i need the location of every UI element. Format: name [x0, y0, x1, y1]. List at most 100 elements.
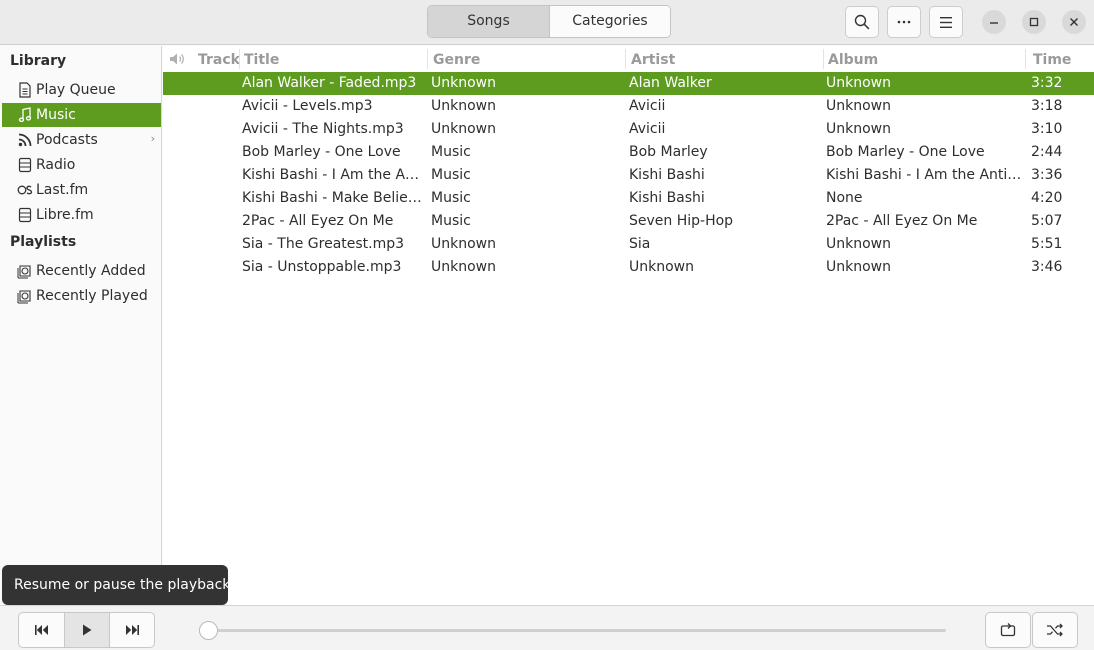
shuffle-icon	[1047, 623, 1063, 637]
maximize-button[interactable]	[1022, 10, 1046, 34]
main-menu-button[interactable]	[929, 6, 963, 38]
tab-categories[interactable]: Categories	[550, 6, 670, 37]
play-icon	[83, 624, 92, 636]
column-separator	[625, 49, 626, 69]
song-title: Kishi Bashi - Make Believ…	[242, 190, 422, 206]
sidebar-item-label: Recently Added	[36, 263, 146, 279]
song-album: Unknown	[826, 98, 891, 114]
song-list: Track Title Genre Artist Album Time Alan…	[163, 46, 1094, 605]
song-artist: Avicii	[629, 121, 666, 137]
song-artist: Alan Walker	[629, 75, 712, 91]
music-note-icon	[16, 106, 34, 124]
table-row[interactable]: 2Pac - All Eyez On Me Music Seven Hip-Ho…	[163, 210, 1094, 233]
close-icon	[1070, 18, 1078, 26]
next-button[interactable]	[109, 613, 154, 647]
column-title[interactable]: Title	[244, 51, 279, 69]
song-genre: Unknown	[431, 75, 496, 91]
table-row[interactable]: Avicii - Levels.mp3 Unknown Avicii Unkno…	[163, 95, 1094, 118]
column-time[interactable]: Time	[1033, 51, 1071, 69]
sidebar-item-label: Play Queue	[36, 82, 116, 98]
table-row[interactable]: Avicii - The Nights.mp3 Unknown Avicii U…	[163, 118, 1094, 141]
sidebar-item-label: Radio	[36, 157, 76, 173]
previous-button[interactable]	[19, 613, 64, 647]
song-title: Kishi Bashi - I Am the Ant…	[242, 167, 422, 183]
column-separator	[239, 49, 240, 69]
song-artist: Kishi Bashi	[629, 167, 705, 183]
more-button[interactable]	[887, 6, 921, 38]
speaker-icon	[170, 53, 184, 65]
song-title: Avicii - Levels.mp3	[242, 98, 373, 114]
column-now-playing[interactable]	[169, 52, 185, 70]
song-time: 5:07	[1031, 213, 1063, 229]
song-artist: Sia	[629, 236, 651, 252]
seek-bar[interactable]	[208, 629, 946, 632]
column-track[interactable]: Track	[198, 51, 240, 69]
more-icon	[897, 20, 911, 24]
sidebar-item-music[interactable]: Music	[2, 103, 161, 127]
song-time: 3:36	[1031, 167, 1063, 183]
library-heading: Library	[10, 53, 67, 69]
song-artist: Kishi Bashi	[629, 190, 705, 206]
table-row[interactable]: Kishi Bashi - I Am the Ant… Music Kishi …	[163, 164, 1094, 187]
radio-icon	[16, 156, 34, 174]
song-title: Sia - The Greatest.mp3	[242, 236, 405, 252]
table-row[interactable]: Alan Walker - Faded.mp3 Unknown Alan Wal…	[163, 72, 1094, 95]
tab-songs[interactable]: Songs	[428, 6, 550, 37]
menu-icon	[940, 16, 952, 28]
search-icon	[854, 14, 870, 30]
column-artist[interactable]: Artist	[631, 51, 675, 69]
repeat-button[interactable]	[985, 612, 1031, 648]
song-artist: Avicii	[629, 98, 666, 114]
sidebar: Library Play Queue Music Podcasts › Radi…	[0, 46, 162, 605]
song-genre: Music	[431, 144, 471, 160]
sidebar-item-podcasts[interactable]: Podcasts ›	[2, 128, 161, 152]
song-artist: Seven Hip-Hop	[629, 213, 734, 229]
song-genre: Unknown	[431, 259, 496, 275]
song-title: Sia - Unstoppable.mp3	[242, 259, 402, 275]
table-row[interactable]: Bob Marley - One Love Music Bob Marley B…	[163, 141, 1094, 164]
table-row[interactable]: Sia - Unstoppable.mp3 Unknown Unknown Un…	[163, 256, 1094, 279]
sidebar-item-play-queue[interactable]: Play Queue	[2, 78, 161, 102]
song-time: 4:20	[1031, 190, 1063, 206]
song-time: 3:10	[1031, 121, 1063, 137]
close-button[interactable]	[1062, 10, 1086, 34]
minimize-button[interactable]	[982, 10, 1006, 34]
repeat-icon	[1000, 623, 1016, 637]
playback-controls	[18, 612, 155, 648]
sidebar-item-radio[interactable]: Radio	[2, 153, 161, 177]
song-album: 2Pac - All Eyez On Me	[826, 213, 978, 229]
sidebar-item-recently-added[interactable]: Recently Added	[2, 259, 161, 283]
song-title: Bob Marley - One Love	[242, 144, 401, 160]
playlist-icon	[16, 262, 34, 280]
queue-icon	[16, 81, 34, 99]
song-title: Avicii - The Nights.mp3	[242, 121, 404, 137]
play-pause-button[interactable]	[64, 613, 109, 647]
table-row[interactable]: Kishi Bashi - Make Believ… Music Kishi B…	[163, 187, 1094, 210]
sidebar-item-lastfm[interactable]: Last.fm	[2, 178, 161, 202]
sidebar-item-recently-played[interactable]: Recently Played	[2, 284, 161, 308]
column-separator	[1025, 49, 1026, 69]
chevron-right-icon: ›	[150, 132, 155, 145]
song-album: None	[826, 190, 863, 206]
song-album: Unknown	[826, 259, 891, 275]
search-button[interactable]	[845, 6, 879, 38]
column-album[interactable]: Album	[828, 51, 878, 69]
shuffle-button[interactable]	[1032, 612, 1078, 648]
table-row[interactable]: Sia - The Greatest.mp3 Unknown Sia Unkno…	[163, 233, 1094, 256]
sidebar-item-librefm[interactable]: Libre.fm	[2, 203, 161, 227]
seek-handle[interactable]	[199, 621, 218, 640]
next-icon	[126, 625, 139, 635]
column-genre[interactable]: Genre	[433, 51, 480, 69]
previous-icon	[34, 625, 48, 635]
song-genre: Unknown	[431, 236, 496, 252]
song-album: Bob Marley - One Love	[826, 144, 985, 160]
song-time: 2:44	[1031, 144, 1063, 160]
header-bar: Songs Categories	[0, 0, 1094, 45]
minimize-icon	[990, 22, 998, 24]
view-switcher: Songs Categories	[427, 5, 671, 38]
column-separator	[427, 49, 428, 69]
song-artist: Unknown	[629, 259, 694, 275]
song-album: Unknown	[826, 75, 891, 91]
librefm-icon	[16, 206, 34, 224]
sidebar-item-label: Recently Played	[36, 288, 148, 304]
